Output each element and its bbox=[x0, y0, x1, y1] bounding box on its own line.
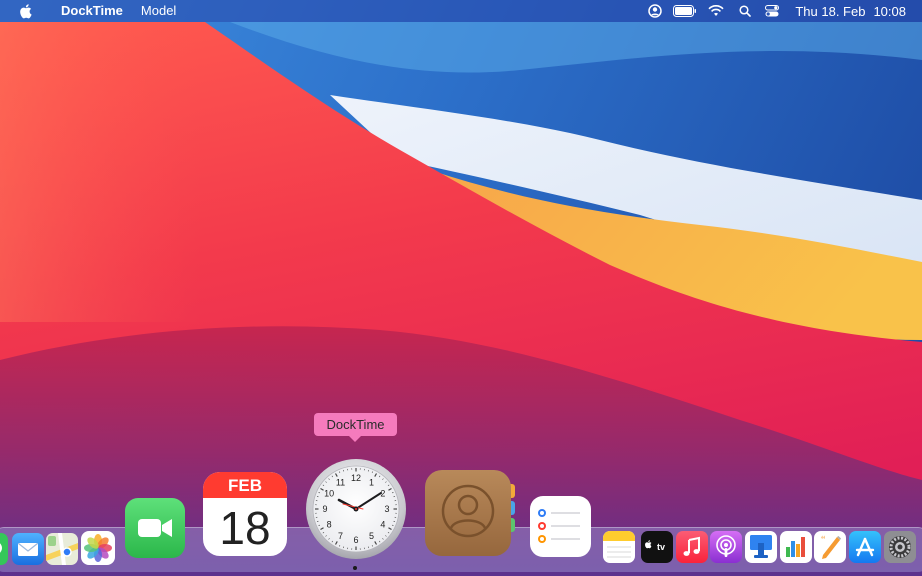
clock-numeral: 3 bbox=[384, 504, 389, 514]
clock-numeral: 12 bbox=[351, 473, 361, 483]
user-account-icon[interactable] bbox=[645, 0, 665, 22]
clock-numeral: 11 bbox=[336, 477, 345, 487]
clock-numeral: 4 bbox=[380, 520, 385, 530]
docktime-clock-icon[interactable]: 12 1234567891011 bbox=[305, 458, 407, 560]
menu-bar-left: DockTime Model bbox=[0, 0, 185, 22]
keynote-icon[interactable] bbox=[745, 531, 777, 563]
photos-icon[interactable] bbox=[81, 531, 115, 565]
wifi-icon[interactable] bbox=[705, 0, 727, 22]
menu-bar-right: Thu 18. Feb 10:08 bbox=[645, 0, 922, 22]
pages-icon[interactable]: “ bbox=[814, 531, 846, 563]
menu-app-name[interactable]: DockTime bbox=[52, 0, 132, 22]
dock-tooltip: DockTime bbox=[314, 413, 397, 442]
clock-numeral: 6 bbox=[353, 535, 358, 545]
music-icon[interactable] bbox=[676, 531, 708, 563]
reminders-icon[interactable] bbox=[530, 496, 591, 557]
menu-bar-time: 10:08 bbox=[873, 3, 906, 19]
control-center-icon[interactable] bbox=[763, 0, 781, 22]
clock-numeral: 10 bbox=[324, 489, 334, 499]
menu-bar: DockTime Model Thu 18. Feb 10:08 bbox=[0, 0, 922, 22]
notes-icon[interactable] bbox=[603, 531, 635, 563]
menu-bar-clock[interactable]: Thu 18. Feb 10:08 bbox=[795, 4, 906, 19]
facetime-icon[interactable] bbox=[125, 498, 185, 558]
clock-numeral: 1 bbox=[369, 477, 374, 487]
calendar-month: FEB bbox=[228, 476, 262, 495]
running-indicator bbox=[353, 566, 357, 570]
messages-icon[interactable] bbox=[0, 533, 8, 565]
contacts-icon[interactable] bbox=[425, 470, 517, 556]
menu-model[interactable]: Model bbox=[132, 0, 185, 22]
calendar-day: 18 bbox=[219, 502, 271, 554]
clock-numeral: 7 bbox=[338, 531, 343, 541]
svg-text:“: “ bbox=[821, 535, 826, 546]
apple-logo-icon[interactable] bbox=[18, 3, 32, 19]
system-preferences-icon[interactable] bbox=[884, 531, 916, 563]
maps-icon[interactable] bbox=[46, 533, 78, 565]
podcasts-icon[interactable] bbox=[710, 531, 742, 563]
battery-icon[interactable] bbox=[665, 0, 705, 22]
clock-numeral: 9 bbox=[322, 504, 327, 514]
numbers-icon[interactable] bbox=[780, 531, 812, 563]
svg-text:tv: tv bbox=[657, 542, 665, 552]
apple-tv-icon[interactable]: tv bbox=[641, 531, 673, 563]
clock-numeral: 5 bbox=[369, 531, 374, 541]
spotlight-search-icon[interactable] bbox=[727, 0, 763, 22]
mail-icon[interactable] bbox=[12, 533, 44, 565]
menu-bar-date: Thu 18. Feb bbox=[795, 3, 866, 19]
calendar-icon[interactable]: FEB 18 bbox=[203, 472, 287, 556]
clock-numeral: 8 bbox=[327, 520, 332, 530]
app-store-icon[interactable] bbox=[849, 531, 881, 563]
